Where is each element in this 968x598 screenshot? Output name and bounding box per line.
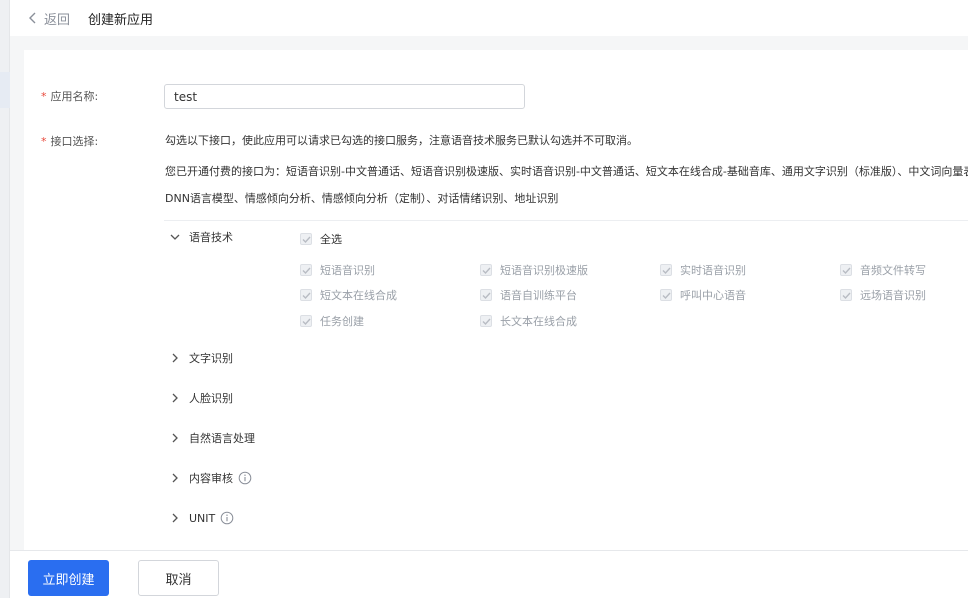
back-link[interactable]: 返回 (24, 9, 70, 28)
cancel-button[interactable]: 取消 (138, 560, 219, 596)
speech-option[interactable]: 呼叫中心语音 (660, 287, 746, 303)
speech-option[interactable]: 实时语音识别 (660, 262, 746, 278)
page-header: 返回 创建新应用 (10, 0, 968, 36)
checkbox-checked-icon (660, 289, 672, 301)
category-speech[interactable]: 语音技术 (167, 229, 233, 245)
speech-option-label: 语音自训练平台 (500, 289, 577, 302)
category-label: 文字识别 (189, 352, 233, 365)
speech-option-label: 远场语音识别 (860, 289, 926, 302)
speech-option[interactable]: 短文本在线合成 (300, 287, 397, 303)
app-name-label-text: 应用名称: (50, 90, 99, 103)
checkbox-checked-icon (300, 315, 312, 327)
app-name-label: * 应用名称: (41, 88, 98, 104)
interface-label-text: 接口选择: (50, 135, 99, 148)
speech-option[interactable]: 短语音识别极速版 (480, 262, 588, 278)
speech-option[interactable]: 长文本在线合成 (480, 313, 577, 329)
create-button[interactable]: 立即创建 (28, 560, 109, 596)
category-label: UNIT (189, 511, 216, 525)
speech-option-label: 短语音识别 (320, 264, 375, 277)
speech-option[interactable]: 任务创建 (300, 313, 364, 329)
category-label: 语音技术 (189, 231, 233, 244)
category-label: 人脸识别 (189, 392, 233, 405)
checkbox-checked-icon (660, 264, 672, 276)
checkbox-checked-icon (480, 264, 492, 276)
checkbox-checked-icon (480, 315, 492, 327)
speech-option[interactable]: 音频文件转写 (840, 262, 926, 278)
speech-option-label: 实时语音识别 (680, 264, 746, 277)
category-ocr[interactable]: 文字识别 (167, 350, 233, 366)
chevron-down-icon (167, 229, 183, 245)
required-mark: * (41, 90, 47, 103)
category-unit[interactable]: UNIT (167, 510, 234, 526)
speech-option-label: 任务创建 (320, 315, 364, 328)
required-mark: * (41, 135, 47, 148)
chevron-left-icon (24, 9, 42, 27)
page-title: 创建新应用 (88, 12, 154, 28)
checkbox-checked-icon (300, 264, 312, 276)
interface-label: * 接口选择: (41, 133, 98, 149)
category-content-review[interactable]: 内容审核 (167, 470, 252, 486)
chevron-right-icon (167, 390, 183, 406)
paid-interfaces-note-cont: DNN语言模型、情感倾向分析、情感倾向分析（定制）、对话情绪识别、地址识别 (165, 192, 559, 205)
info-icon[interactable] (220, 511, 234, 525)
app-name-input[interactable] (164, 84, 525, 109)
action-footer: 立即创建 取消 (10, 550, 968, 598)
checkbox-checked-icon (840, 264, 852, 276)
interface-note: 勾选以下接口，使此应用可以请求已勾选的接口服务，注意语音技术服务已默认勾选并不可… (165, 134, 638, 147)
divider (164, 220, 968, 221)
left-rail (0, 0, 10, 598)
info-icon[interactable] (238, 471, 252, 485)
select-all-label: 全选 (320, 233, 342, 246)
speech-option[interactable]: 语音自训练平台 (480, 287, 577, 303)
chevron-right-icon (167, 510, 183, 526)
speech-option[interactable]: 短语音识别 (300, 262, 375, 278)
speech-option-label: 短文本在线合成 (320, 289, 397, 302)
rail-active-mark (0, 72, 10, 108)
category-nlp[interactable]: 自然语言处理 (167, 430, 255, 446)
speech-option-label: 长文本在线合成 (500, 315, 577, 328)
checkbox-checked-icon (300, 233, 312, 245)
checkbox-checked-icon (840, 289, 852, 301)
chevron-right-icon (167, 430, 183, 446)
select-all-checkbox[interactable]: 全选 (300, 231, 342, 247)
chevron-right-icon (167, 470, 183, 486)
paid-interfaces-note: 您已开通付费的接口为：短语音识别-中文普通话、短语音识别极速版、实时语音识别-中… (165, 165, 968, 178)
category-label: 内容审核 (189, 472, 233, 485)
back-label: 返回 (44, 12, 71, 28)
chevron-right-icon (167, 350, 183, 366)
category-label: 自然语言处理 (189, 432, 255, 445)
form-card: *应用名称: *接口选择: 勾选以下接口，使此应用可以请求已勾选的接口服务，注意… (24, 50, 968, 550)
category-face[interactable]: 人脸识别 (167, 390, 233, 406)
speech-option-label: 音频文件转写 (860, 264, 926, 277)
speech-option-label: 短语音识别极速版 (500, 264, 588, 277)
checkbox-checked-icon (300, 289, 312, 301)
speech-option[interactable]: 远场语音识别 (840, 287, 926, 303)
checkbox-checked-icon (480, 289, 492, 301)
speech-option-label: 呼叫中心语音 (680, 289, 746, 302)
